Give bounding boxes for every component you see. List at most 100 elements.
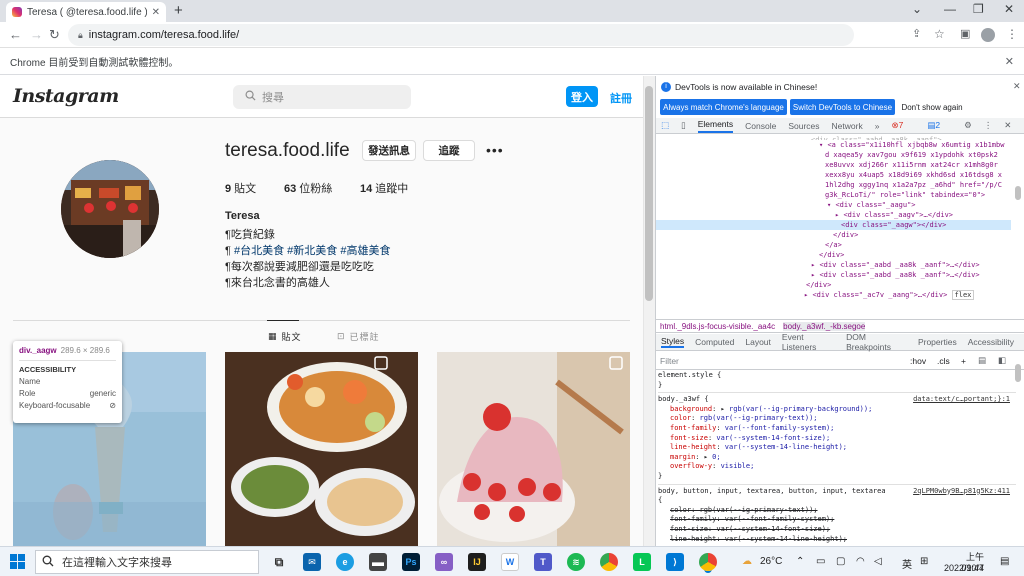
tab-sources[interactable]: Sources (788, 121, 819, 131)
hashtag-link[interactable]: #新北美食 (287, 245, 337, 257)
back-icon[interactable]: ← (9, 27, 22, 42)
breadcrumb-body[interactable]: body._a3wf._-kb.segoe (783, 321, 866, 331)
spotify-icon[interactable]: ≋ (567, 553, 585, 571)
ime-mode-icon[interactable]: ⊞ (920, 556, 928, 567)
network-tray-icon[interactable]: ⌃ (796, 556, 804, 567)
dom-line[interactable]: </a> (656, 240, 1011, 250)
dom-tree[interactable]: <div class="_aabd _aa8k _aanf"> ▾ <a cla… (656, 135, 1011, 318)
wifi-tray-icon[interactable]: ◠ (856, 556, 865, 567)
tab-close-icon[interactable]: ✕ (152, 7, 160, 18)
dom-line[interactable]: g3k_RcLoTi/" role="link" tabindex="0"> (656, 190, 1011, 200)
clock-date[interactable]: 2022/10/7 (930, 563, 984, 573)
mail-app-icon[interactable]: ✉ (303, 553, 321, 571)
css-source-link[interactable]: data:text/c…portant;}:1 (913, 395, 1010, 405)
side-panel-icon[interactable]: ▣ (960, 27, 970, 40)
css-declaration-overridden[interactable]: line-height: var(--system-14-line-height… (658, 535, 1016, 545)
css-declaration[interactable]: overflow-y: visible; (658, 462, 1016, 472)
browser-tab[interactable]: Teresa ( @teresa.food.life ) • In ✕ (6, 2, 166, 22)
page-scroll-thumb[interactable] (645, 86, 653, 301)
class-toggle[interactable]: .cls (937, 356, 950, 366)
dont-show-button[interactable]: Don't show again (898, 99, 966, 115)
followers-count[interactable]: 63 位粉絲 (284, 180, 332, 196)
signup-link[interactable]: 註冊 (610, 90, 632, 106)
following-count[interactable]: 14 追蹤中 (360, 180, 408, 196)
bookmark-star-icon[interactable]: ☆ (934, 27, 945, 41)
dom-line[interactable]: ▾ <div class="_aagu"> (656, 200, 1011, 210)
instagram-logo[interactable]: Instagram (13, 85, 119, 107)
styles-scroll-thumb[interactable] (1015, 364, 1021, 382)
profile-avatar-icon[interactable] (981, 28, 995, 42)
inspect-element-icon[interactable]: ⬚ (661, 120, 669, 131)
tab-properties[interactable]: Properties (918, 337, 957, 347)
new-tab-button[interactable]: + (174, 2, 183, 19)
dom-line[interactable]: xe8uvvx xdj266r x11i5rnm xat24cr x1mh8g0… (656, 160, 1011, 170)
css-declaration-overridden[interactable]: color: rgb(var(--ig-primary-text)); (658, 506, 1016, 516)
hover-toggle[interactable]: :hov (910, 356, 926, 366)
windows-start-icon[interactable] (10, 554, 25, 572)
banner-close-icon[interactable]: ✕ (1013, 81, 1021, 92)
tab-posts[interactable]: ▦ 貼文 (268, 330, 302, 343)
ime-indicator[interactable]: 英 (902, 556, 912, 571)
css-declaration[interactable]: color: rgb(var(--ig-primary-text)); (658, 414, 1016, 424)
weather-temp[interactable]: 26°C (760, 556, 782, 567)
chrome-active-icon[interactable] (699, 553, 717, 571)
action-center-icon[interactable]: ▤ (1000, 556, 1009, 567)
dom-line[interactable]: xexx8yu x4uap5 x18d9i69 xkhd6sd x16tdsg8… (656, 170, 1011, 180)
flex-badge[interactable]: flex (951, 290, 975, 300)
dom-line[interactable]: ▾ <a class="x1i10hfl xjbqb8w x6umtig x1b… (656, 140, 1011, 150)
teams-icon[interactable]: T (534, 553, 552, 571)
tab-console[interactable]: Console (745, 121, 776, 131)
dom-line[interactable]: 1hl2dhg xggy1nq x1a2a7pz _a6hd" href="/p… (656, 180, 1011, 190)
vscode-icon[interactable]: ⟩ (666, 553, 684, 571)
search-input[interactable]: 搜尋 (233, 85, 411, 109)
tab-event-listeners[interactable]: Event Listeners (782, 332, 835, 352)
dom-line[interactable]: ▸ <div class="_aabd _aa8k _aanf">…</div> (656, 270, 1011, 280)
close-window-icon[interactable]: ✕ (1004, 2, 1014, 16)
tab-tagged[interactable]: ⊡ 已標註 (337, 330, 380, 343)
menu-kebab-icon[interactable]: ⋮ (1006, 27, 1018, 41)
css-declaration[interactable]: line-height: var(--system-14-line-height… (658, 443, 1016, 453)
switch-language-button[interactable]: Switch DevTools to Chinese (790, 99, 895, 115)
omnibox[interactable]: 🔒︎ instagram.com/teresa.food.life/ (68, 24, 854, 46)
notification-tray-icon[interactable]: ▢ (836, 556, 845, 567)
css-declaration[interactable]: margin: ▸ 0; (658, 453, 1016, 463)
post-thumbnail[interactable] (437, 352, 630, 546)
tab-network[interactable]: Network (832, 121, 863, 131)
dom-line[interactable]: d xaqea5y xav7gou x9f619 x1ypdohk xt0psk… (656, 150, 1011, 160)
visual-studio-icon[interactable]: ∞ (435, 553, 453, 571)
task-view-icon[interactable]: ⧉ (270, 553, 288, 571)
taskbar-search-input[interactable]: 在這裡輸入文字來搜尋 (35, 550, 259, 574)
infobar-close-icon[interactable]: ✕ (1005, 55, 1014, 68)
hashtag-link[interactable]: #台北美食 (234, 245, 284, 257)
message-button[interactable]: 發送訊息 (362, 140, 416, 161)
dom-line[interactable]: </div> (656, 250, 1011, 260)
styles-filter-input[interactable]: Filter :hov .cls + ▤ ◧ (656, 352, 1024, 370)
toggle-sidebar-icon[interactable]: ◧ (998, 355, 1006, 366)
file-explorer-icon[interactable]: ▬ (369, 553, 387, 571)
word-app-icon[interactable]: W (501, 553, 519, 571)
line-app-icon[interactable]: L (633, 553, 651, 571)
battery-tray-icon[interactable]: ▭ (816, 556, 825, 567)
post-thumbnail[interactable] (225, 352, 418, 546)
tab-accessibility[interactable]: Accessibility (968, 337, 1014, 347)
css-declaration-overridden[interactable]: font-size: var(--system-14-font-size); (658, 525, 1016, 535)
tab-search-icon[interactable]: ⌄ (912, 2, 922, 16)
chrome-icon[interactable] (600, 553, 618, 571)
css-declaration[interactable]: background: ▸ rgb(var(--ig-primary-backg… (658, 405, 1016, 415)
new-rule-icon[interactable]: + (961, 356, 966, 366)
errors-badge[interactable]: ⊗7 (891, 120, 915, 131)
messages-badge[interactable]: ▤2 (927, 120, 952, 131)
devtools-menu-icon[interactable]: ⋮ (984, 120, 993, 131)
css-declaration[interactable]: font-family: var(--font-family-system); (658, 424, 1016, 434)
dom-line[interactable]: ▸ <div class="_ac7v _aang">…</div> flex (656, 290, 1011, 300)
devtools-close-icon[interactable]: ✕ (1004, 120, 1011, 131)
css-declaration[interactable]: font-size: var(--system-14-font-size); (658, 434, 1016, 444)
dom-line[interactable]: ▸ <div class="_aagv">…</div> (656, 210, 1011, 220)
profile-avatar[interactable] (61, 160, 159, 258)
photoshop-icon[interactable]: Ps (402, 553, 420, 571)
login-button[interactable]: 登入 (566, 86, 598, 107)
dom-line[interactable]: </div> (656, 230, 1011, 240)
minimize-icon[interactable]: — (944, 2, 956, 16)
dom-line[interactable]: ▸ <div class="_aabd _aa8k _aanf">…</div> (656, 260, 1011, 270)
tab-computed[interactable]: Computed (695, 337, 734, 347)
